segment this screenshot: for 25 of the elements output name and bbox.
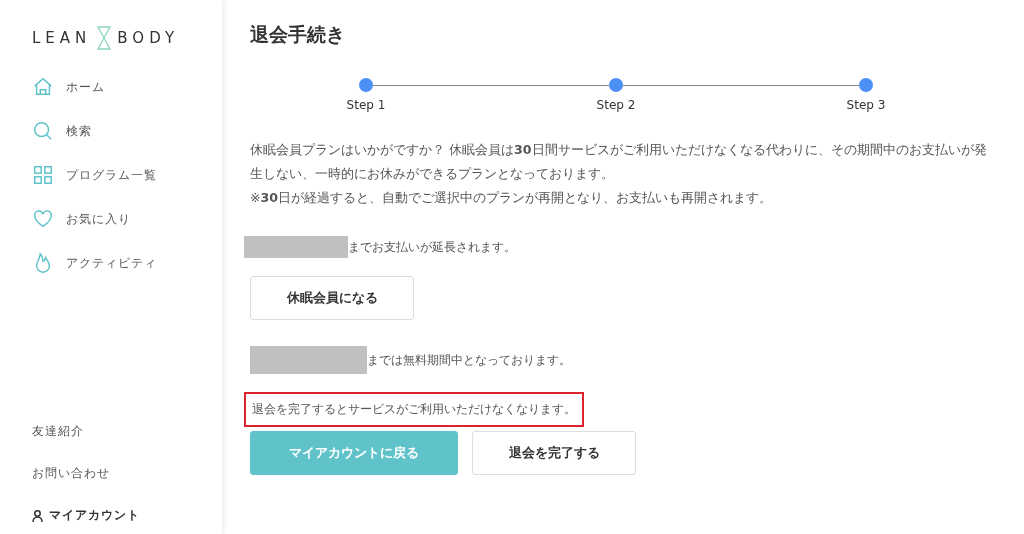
grid-icon: [32, 164, 54, 186]
nav-item[interactable]: お気に入り: [32, 208, 222, 230]
nav-item[interactable]: プログラム一覧: [32, 164, 222, 186]
notice-text: までは無料期間中となっております。: [367, 351, 571, 369]
nav-item[interactable]: 検索: [32, 120, 222, 142]
page-title: 退会手続き: [250, 22, 346, 47]
footer-link[interactable]: お問い合わせ: [32, 465, 222, 482]
heart-icon: [32, 208, 54, 230]
person-icon: [32, 509, 43, 522]
description-text: 休眠会員プランはいかがですか？ 休眠会員は30日間サービスがご利用いただけなくなる代わりに、その期間中のお支払いが発生しない、一時的にお休みができるプランとなっております。 ※30日が経過すると、自動でご選択中のプランが再開となり、お支払いも再開されます。: [250, 141, 988, 207]
search-icon: [32, 120, 54, 142]
pause-button[interactable]: 休眠会員になる: [250, 276, 414, 320]
warning-text: 退会を完了するとサービスがご利用いただけなくなります。: [244, 392, 584, 427]
step-label: Step 3: [846, 98, 886, 112]
account-link[interactable]: マイアカウント: [32, 507, 222, 524]
step-label: Step 2: [596, 98, 636, 112]
footer-link[interactable]: 友達紹介: [32, 423, 222, 440]
step-label: Step 1: [346, 98, 386, 112]
nav-item[interactable]: アクティビティ: [32, 252, 222, 274]
hourglass-icon: [97, 26, 112, 50]
home-icon: [32, 76, 54, 98]
withdraw-button[interactable]: 退会を完了する: [472, 431, 636, 475]
logo: LEAN BODY: [32, 26, 222, 50]
notice-text: までお支払いが延長されます。: [348, 238, 516, 256]
nav-item[interactable]: ホーム: [32, 76, 222, 98]
